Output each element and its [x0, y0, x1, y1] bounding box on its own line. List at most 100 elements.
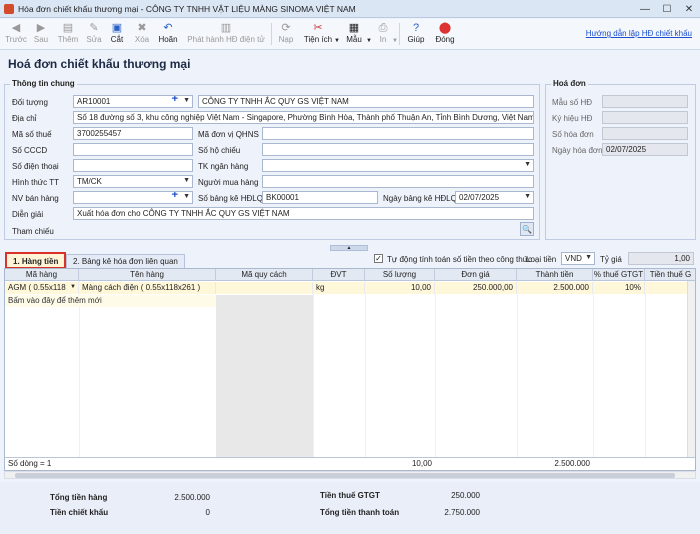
pencil-icon: ✎: [89, 22, 99, 34]
cell-tien-thue[interactable]: [645, 282, 689, 294]
ty-gia-field[interactable]: 1,00: [628, 252, 694, 265]
chevron-down-icon: ▼: [392, 38, 398, 44]
ngay-bk-label: Ngày bảng kê HĐLQ: [383, 194, 457, 203]
add-row[interactable]: Bấm vào đây để thêm mới: [5, 295, 216, 307]
help-button[interactable]: ? Giúp: [405, 21, 427, 49]
maximize-button[interactable]: ☐: [656, 0, 678, 18]
so-bk-label: Số bảng kê HĐLQ: [198, 194, 263, 203]
cell-ma-quy-cach[interactable]: [216, 282, 313, 294]
ngay-hd-field[interactable]: 02/07/2025: [602, 143, 688, 156]
tools-icon: ✂: [313, 22, 323, 34]
chevron-down-icon[interactable]: ▼: [183, 193, 190, 201]
next-button[interactable]: ▶ Sau: [31, 21, 51, 49]
tab-bang-ke[interactable]: 2. Bảng kê hóa đơn liên quan: [66, 254, 185, 268]
dia-chi-label: Địa chỉ: [12, 114, 37, 123]
plus-icon[interactable]: +: [172, 192, 178, 201]
undo-button[interactable]: ↶ Hoãn: [157, 21, 179, 49]
ky-hieu-label: Ký hiệu HĐ: [552, 114, 593, 123]
cell-thanh-tien[interactable]: 2.500.000: [517, 282, 593, 294]
back-button[interactable]: ◀ Trước: [4, 21, 28, 49]
so-bk-field[interactable]: BK00001: [262, 191, 378, 204]
search-icon[interactable]: 🔍: [520, 222, 534, 236]
minimize-button[interactable]: —: [634, 0, 656, 18]
loai-tien-select[interactable]: VND ▼: [561, 252, 595, 265]
chevron-down-icon[interactable]: ▼: [585, 254, 592, 262]
collapse-splitter[interactable]: ▲: [330, 245, 368, 251]
cell-don-gia[interactable]: 250.000,00: [435, 282, 517, 294]
scroll-thumb[interactable]: [15, 473, 675, 478]
tien-ck-value: 0: [205, 508, 210, 517]
col-don-gia[interactable]: Đơn giá: [435, 269, 517, 281]
col-dvt[interactable]: ĐVT: [313, 269, 365, 281]
help-link[interactable]: Hướng dẫn lập HĐ chiết khấu: [586, 29, 692, 38]
close-button[interactable]: ⬤ Đóng: [433, 21, 457, 49]
ma-dv-label: Mã đơn vị QHNS: [198, 130, 259, 139]
cut-button[interactable]: ▣ Cắt: [108, 21, 126, 49]
print-button[interactable]: ⎙ In ▼: [375, 21, 398, 49]
tong-tt-value: 2.750.000: [444, 508, 480, 517]
cell-so-luong[interactable]: 10,00: [365, 282, 435, 294]
col-tien-thue[interactable]: Tiền thuế G: [645, 269, 695, 281]
ngay-bk-field[interactable]: 02/07/2025 ▼: [455, 191, 534, 204]
so-hd-field[interactable]: [602, 127, 688, 140]
doi-tuong-label: Đối tượng: [12, 98, 48, 107]
dien-giai-field[interactable]: Xuất hóa đơn cho CÔNG TY TNHH ẮC QUY GS …: [73, 207, 534, 220]
nvbh-field[interactable]: + ▼: [73, 191, 193, 204]
tab-hang-tien[interactable]: 1. Hàng tiền: [5, 252, 67, 269]
ky-hieu-field[interactable]: [602, 111, 688, 124]
delete-icon: ✖: [137, 22, 147, 34]
tien-thue-label: Tiền thuế GTGT: [320, 491, 380, 500]
col-ten-hang[interactable]: Tên hàng: [79, 269, 216, 281]
chevron-down-icon[interactable]: ▼: [183, 97, 190, 105]
table-row[interactable]: AGM ( 0.55x118 ▼ Màng cách điện ( 0.55x11…: [5, 282, 695, 294]
auto-calc-checkbox[interactable]: ✓: [374, 254, 383, 263]
totals-panel: Tổng tiền hàng 2.500.000 Tiền chiết khấu…: [0, 482, 700, 534]
dia-chi-field[interactable]: Số 18 đường số 3, khu công nghiệp Việt N…: [73, 111, 534, 124]
nguoi-mua-field[interactable]: [262, 175, 534, 188]
col-thue[interactable]: % thuế GTGT: [593, 269, 645, 281]
cccd-field[interactable]: [73, 143, 193, 156]
utilities-button[interactable]: ✂ Tiện ích ▼: [303, 21, 340, 49]
chevron-down-icon[interactable]: ▼: [183, 177, 190, 185]
grid-vertical-scrollbar[interactable]: [687, 281, 695, 458]
ma-dv-field[interactable]: [262, 127, 534, 140]
plus-icon[interactable]: +: [172, 96, 178, 105]
mau-so-field[interactable]: [602, 95, 688, 108]
cell-thue[interactable]: 10%: [593, 282, 645, 294]
httt-select[interactable]: TM/CK ▼: [73, 175, 193, 188]
mst-field[interactable]: 3700255457: [73, 127, 193, 140]
chevron-down-icon: ▼: [334, 38, 340, 44]
cell-ten-hang[interactable]: Màng cách điện ( 0.55x118x261 ): [79, 282, 216, 294]
col-ma-hang[interactable]: Mã hàng: [5, 269, 79, 281]
ho-chieu-field[interactable]: [262, 143, 534, 156]
dien-thoai-field[interactable]: [73, 159, 193, 172]
cell-dvt[interactable]: kg: [313, 282, 365, 294]
template-button[interactable]: ▦ Mẫu ▼: [343, 21, 372, 49]
doi-tuong-field[interactable]: AR10001 + ▼: [73, 95, 193, 108]
issue-einvoice-button[interactable]: ▥ Phát hành HĐ điện tử: [187, 21, 265, 49]
items-grid: Mã hàng Tên hàng Mã quy cách ĐVT Số lượn…: [4, 268, 696, 471]
company-name-field[interactable]: CÔNG TY TNHH ẮC QUY GS VIỆT NAM: [198, 95, 534, 108]
tk-nh-select[interactable]: ▼: [262, 159, 534, 172]
col-so-luong[interactable]: Số lượng: [365, 269, 435, 281]
add-button[interactable]: ▤ Thêm: [56, 21, 80, 49]
chevron-down-icon[interactable]: ▼: [70, 282, 76, 293]
mst-label: Mã số thuế: [12, 130, 52, 139]
close-window-button[interactable]: ✕: [678, 0, 700, 18]
app-icon: [4, 4, 14, 14]
chevron-down-icon[interactable]: ▼: [524, 161, 531, 169]
httt-label: Hình thức TT: [12, 178, 59, 187]
dien-giai-label: Diễn giải: [12, 210, 44, 219]
mau-so-label: Mẫu số HĐ: [552, 98, 593, 107]
cell-ma-hang[interactable]: AGM ( 0.55x118 ▼: [5, 282, 79, 294]
load-button[interactable]: ⟳ Nạp: [276, 21, 296, 49]
tien-thue-value: 250.000: [451, 491, 480, 500]
col-thanh-tien[interactable]: Thành tiền: [517, 269, 593, 281]
chevron-down-icon[interactable]: ▼: [524, 193, 531, 201]
grid-horizontal-scrollbar[interactable]: [4, 471, 696, 479]
delete-button[interactable]: ✖ Xóa: [132, 21, 152, 49]
add-row-hint[interactable]: Bấm vào đây để thêm mới: [5, 295, 216, 307]
col-ma-quy-cach[interactable]: Mã quy cách: [216, 269, 313, 281]
edit-button[interactable]: ✎ Sửa: [85, 21, 103, 49]
window-title: Hóa đơn chiết khấu thương mại - CÔNG TY …: [18, 4, 356, 14]
